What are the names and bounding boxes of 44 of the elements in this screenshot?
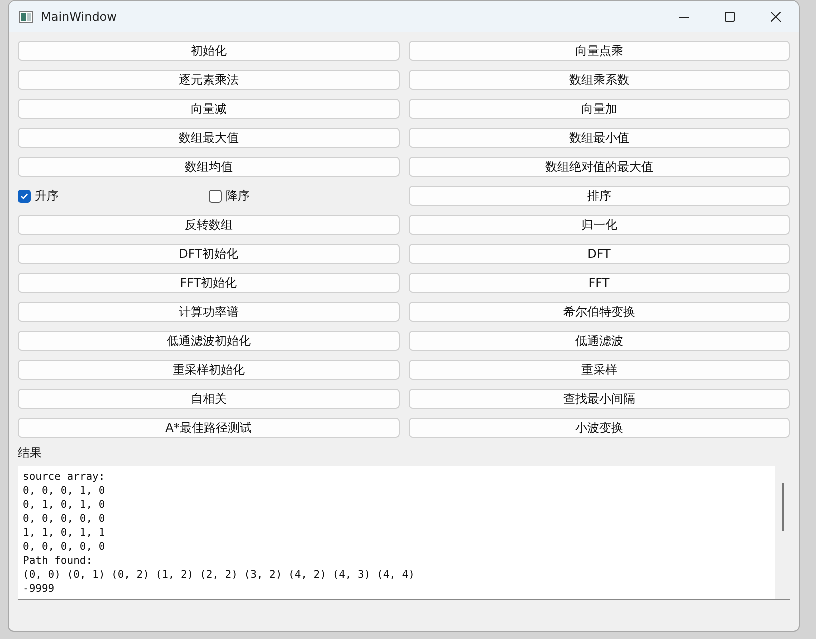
action-button[interactable]: 数组最小值: [408, 128, 790, 148]
output-line: 0, 1, 0, 1, 0: [23, 498, 106, 512]
action-button[interactable]: 逐元素乘法: [18, 70, 400, 90]
action-button[interactable]: 低通滤波: [408, 331, 790, 351]
action-button[interactable]: 数组绝对值的最大值: [408, 157, 790, 177]
action-button[interactable]: 计算功率谱: [18, 302, 400, 322]
checkbox-label: 降序: [226, 188, 250, 205]
app-icon: [19, 10, 33, 22]
action-button[interactable]: DFT: [408, 244, 790, 264]
action-button[interactable]: 初始化: [18, 41, 400, 61]
output-line: 0, 0, 0, 0, 0: [23, 540, 106, 554]
action-button[interactable]: 数组均值: [18, 157, 400, 177]
output-line: Path found:: [23, 554, 93, 568]
action-button[interactable]: 数组乘系数: [408, 70, 790, 90]
window-title: MainWindow: [41, 8, 117, 26]
action-button[interactable]: 向量点乘: [408, 41, 790, 61]
action-button[interactable]: 重采样初始化: [18, 360, 400, 380]
action-button[interactable]: 查找最小间隔: [408, 389, 790, 409]
output-line: -9999: [23, 582, 55, 596]
action-button[interactable]: 向量加: [408, 99, 790, 119]
action-button[interactable]: FFT初始化: [18, 273, 400, 293]
action-button[interactable]: 归一化: [408, 215, 790, 235]
result-label: 结果: [18, 445, 43, 462]
action-button[interactable]: 希尔伯特变换: [408, 302, 790, 322]
action-button[interactable]: 向量减: [18, 99, 400, 119]
action-button[interactable]: 小波变换: [408, 418, 790, 438]
action-button[interactable]: A*最佳路径测试: [18, 418, 400, 438]
checkbox-label: 升序: [35, 188, 59, 205]
output-line: (0, 0) (0, 1) (0, 2) (1, 2) (2, 2) (3, 2) (4, 2) (4, 3) (4, 4): [23, 568, 415, 582]
output-line: 0, 0, 0, 1, 0: [23, 484, 106, 498]
output-line: 1, 1, 0, 1, 1: [23, 526, 106, 540]
action-button[interactable]: 排序: [408, 186, 790, 206]
action-button[interactable]: FFT: [408, 273, 790, 293]
check-icon: [20, 192, 29, 200]
action-button[interactable]: 自相关: [18, 389, 400, 409]
action-button[interactable]: 低通滤波初始化: [18, 331, 400, 351]
action-button[interactable]: 重采样: [408, 360, 790, 380]
output-line: 0, 0, 0, 0, 0: [23, 512, 106, 526]
action-button[interactable]: 数组最大值: [18, 128, 400, 148]
action-button[interactable]: 反转数组: [18, 215, 400, 235]
output-line: source array:: [23, 470, 106, 484]
checkbox[interactable]: [208, 190, 222, 202]
action-button[interactable]: DFT初始化: [18, 244, 400, 264]
checkbox[interactable]: [18, 190, 31, 202]
